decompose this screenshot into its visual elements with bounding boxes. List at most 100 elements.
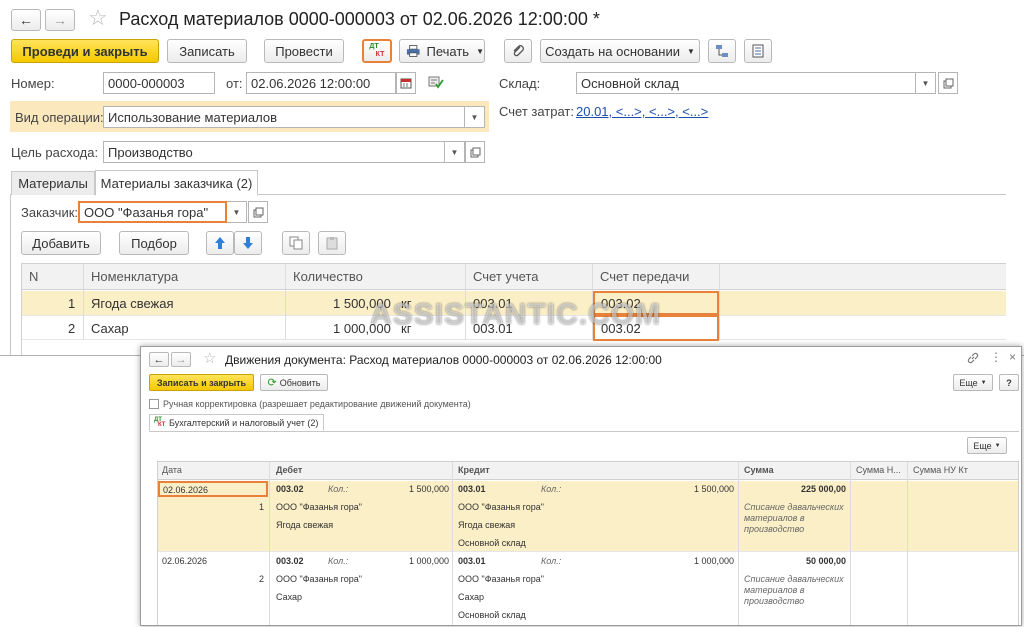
forward-button[interactable]: → [45, 9, 75, 31]
list-button[interactable] [744, 39, 772, 63]
credit-subconto-3: Основной склад [458, 610, 526, 620]
table-more-button[interactable]: Еще ▼ [967, 437, 1007, 454]
tab-materials[interactable]: Материалы [11, 171, 95, 195]
movement-date-cell[interactable]: 02.06.2026 [158, 481, 268, 497]
warehouse-dropdown-button[interactable]: ▼ [916, 72, 936, 94]
column-divider [719, 264, 720, 340]
post-and-close-button[interactable]: Проведи и закрыть [11, 39, 159, 63]
save-button[interactable]: Записать [167, 39, 247, 63]
paste-button[interactable] [318, 231, 346, 255]
col-sum-nu-kt: Сумма НУ Кт [913, 465, 968, 475]
print-button[interactable]: Печать ▼ [399, 39, 485, 63]
warehouse-field[interactable]: Основной склад [576, 72, 916, 94]
movement-comment-3: производство [744, 596, 805, 606]
movement-comment-2: материалов в [744, 513, 805, 523]
cost-account-label: Счет затрат: [499, 104, 574, 119]
operation-field[interactable]: Использование материалов [103, 106, 465, 128]
col-credit: Кредит [458, 465, 490, 475]
movement-sum: 50 000,00 [806, 556, 847, 566]
col-qty: Количество [293, 269, 363, 284]
more-vertical-icon[interactable]: ⋮ [990, 350, 1002, 364]
attach-button[interactable] [504, 39, 532, 63]
favorite-star-icon[interactable]: ☆ [88, 5, 108, 31]
movement-date: 02.06.2026 [163, 485, 209, 495]
movement-comment-3: производство [744, 524, 805, 534]
chevron-down-icon: ▼ [450, 147, 459, 157]
row-item: Ягода свежая [91, 296, 174, 311]
warehouse-label: Склад: [499, 76, 541, 91]
column-divider [285, 264, 286, 340]
create-based-on-button[interactable]: Создать на основании ▼ [540, 39, 700, 63]
row-number: 2 [68, 321, 76, 336]
chevron-down-icon: ▼ [980, 379, 987, 386]
pick-button[interactable]: Подбор [119, 231, 189, 255]
customer-field[interactable]: ООО "Фазанья гора" [78, 201, 227, 223]
credit-subconto-1: ООО "Фазанья гора" [458, 574, 544, 584]
paperclip-icon [513, 45, 524, 57]
row-item: Сахар [91, 321, 129, 336]
purpose-dropdown-button[interactable]: ▼ [445, 141, 465, 163]
dt-kt-button[interactable]: ДТ КТ [362, 39, 392, 63]
chevron-down-icon: ▼ [994, 442, 1001, 449]
movement-n: 1 [259, 502, 265, 512]
tab-accounting[interactable]: ДТ КТ Бухгалтерский и налоговый учет (2) [149, 414, 324, 431]
add-row-button[interactable]: Добавить [21, 231, 101, 255]
calendar-icon [400, 78, 412, 89]
close-icon[interactable]: × [1009, 350, 1016, 364]
purpose-label: Цель расхода: [11, 145, 99, 160]
movement-n: 2 [259, 574, 265, 584]
movements-window: ← → ☆ Движения документа: Расход материа… [140, 346, 1022, 626]
debit-subconto-2: Сахар [276, 592, 303, 602]
manual-adjust-checkbox[interactable] [149, 399, 159, 409]
customer-dropdown-button[interactable]: ▼ [227, 201, 247, 223]
column-divider [907, 462, 908, 625]
date-label: от: [226, 76, 243, 91]
post-button[interactable]: Провести [264, 39, 344, 63]
save-and-close-button[interactable]: Записать и закрыть [149, 374, 254, 391]
move-down-button[interactable] [234, 231, 262, 255]
refresh-button[interactable]: ⟳ Обновить [260, 374, 328, 391]
back-button[interactable]: ← [11, 9, 41, 31]
purpose-field[interactable]: Производство [103, 141, 445, 163]
debit-subconto-1: ООО "Фазанья гора" [276, 502, 362, 512]
structure-button[interactable] [708, 39, 736, 63]
copy-button[interactable] [282, 231, 310, 255]
cost-account-link[interactable]: 20.01, <...>, <...>, <...> [576, 104, 708, 119]
col-date: Дата [162, 465, 182, 475]
forward-button[interactable]: → [171, 352, 191, 367]
column-divider [738, 462, 739, 625]
status-check-icon [428, 75, 444, 92]
operation-dropdown-button[interactable]: ▼ [465, 106, 485, 128]
debit-account: 003.02 [276, 556, 304, 566]
open-window-icon [943, 78, 953, 88]
help-button[interactable]: ? [999, 374, 1019, 391]
purpose-open-button[interactable] [465, 141, 485, 163]
credit-subconto-2: Сахар [458, 592, 485, 602]
movement-comment-1: Списание давальческих [744, 574, 844, 584]
customer-label: Заказчик: [21, 205, 79, 220]
debit-qty: 1 500,000 [409, 484, 450, 494]
back-button[interactable]: ← [149, 352, 169, 367]
list-icon [752, 44, 764, 58]
move-up-button[interactable] [206, 231, 234, 255]
movement-comment-1: Списание давальческих [744, 502, 844, 512]
warehouse-open-button[interactable] [938, 72, 958, 94]
customer-open-button[interactable] [248, 201, 268, 223]
number-label: Номер: [11, 76, 55, 91]
debit-kol-label: Кол.: [328, 556, 349, 566]
chevron-down-icon: ▼ [470, 112, 479, 122]
column-divider [850, 462, 851, 625]
operation-label: Вид операции: [15, 110, 104, 125]
credit-kol-label: Кол.: [541, 484, 562, 494]
number-field[interactable]: 0000-000003 [103, 72, 215, 94]
refresh-label: Обновить [279, 377, 321, 388]
calendar-button[interactable] [396, 72, 416, 94]
favorite-star-icon[interactable]: ☆ [203, 349, 216, 367]
date-field[interactable]: 02.06.2026 12:00:00 [246, 72, 396, 94]
movement-comment-2: материалов в [744, 585, 805, 595]
link-icon[interactable] [967, 352, 979, 367]
tab-customer-materials[interactable]: Материалы заказчика (2) [95, 170, 258, 196]
refresh-icon: ⟳ [267, 377, 277, 389]
debit-subconto-2: Ягода свежая [276, 520, 334, 530]
more-button[interactable]: Еще ▼ [953, 374, 993, 391]
